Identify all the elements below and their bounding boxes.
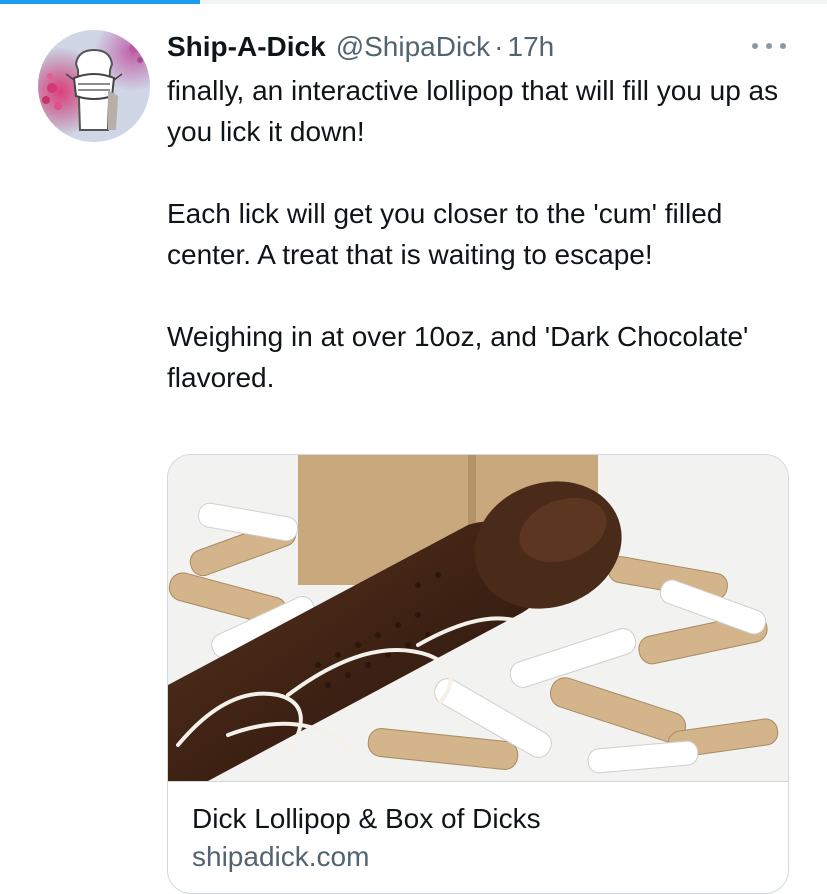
tweet-paragraph: Each lick will get you closer to the 'cu… — [167, 198, 723, 270]
card-domain: shipadick.com — [192, 841, 370, 872]
tweet-paragraph: Weighing in at over 10oz, and 'Dark Choc… — [167, 321, 749, 393]
avatar[interactable] — [38, 30, 150, 142]
separator: · — [494, 31, 504, 62]
more-dot — [780, 43, 786, 49]
display-name[interactable]: Ship-A-Dick — [167, 28, 326, 66]
timestamp[interactable]: 17h — [508, 28, 555, 66]
more-dot — [766, 43, 772, 49]
tweet-header: Ship-A-Dick @ShipaDick · 17h — [167, 28, 554, 66]
avatar-image — [38, 30, 150, 142]
tweet[interactable]: Ship-A-Dick @ShipaDick · 17h finally, an… — [0, 4, 827, 894]
tweet-paragraph: finally, an interactive lollipop that wi… — [167, 75, 779, 147]
tweet-text: finally, an interactive lollipop that wi… — [167, 70, 787, 398]
more-dot — [752, 43, 758, 49]
card-info[interactable]: Dick Lollipop & Box of Dicks shipadick.c… — [168, 781, 788, 893]
link-card[interactable]: Dick Lollipop & Box of Dicks shipadick.c… — [167, 454, 789, 894]
card-title: Dick Lollipop & Box of Dicks — [192, 803, 541, 834]
user-handle[interactable]: @ShipaDick — [336, 28, 490, 66]
card-image[interactable] — [168, 455, 788, 781]
product-photo — [168, 455, 788, 781]
more-horizontal-icon[interactable] — [752, 36, 786, 56]
